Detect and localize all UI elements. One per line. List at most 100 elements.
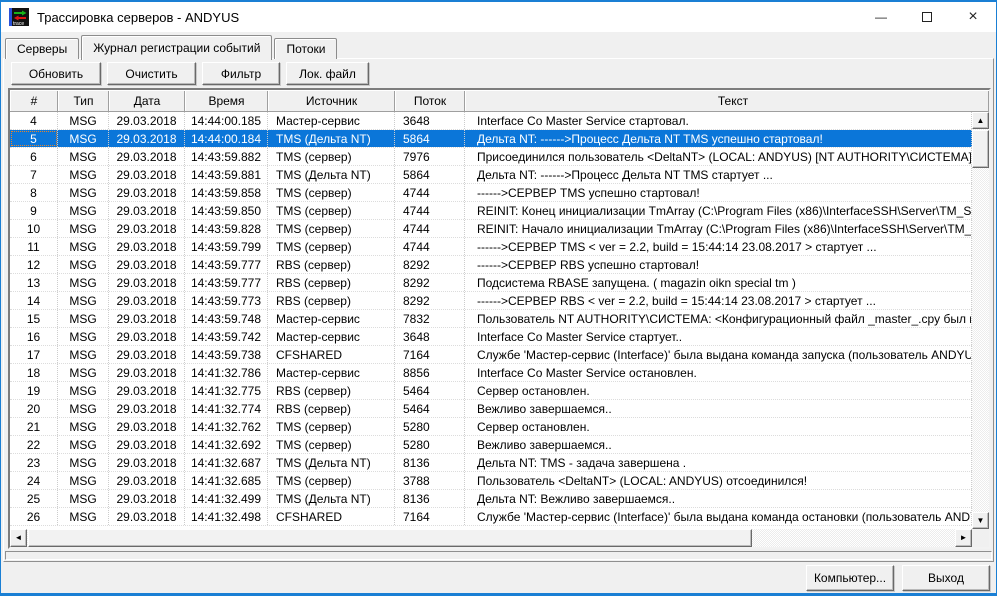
table-row[interactable]: 23MSG29.03.201814:41:32.687TMS (Дельта N… xyxy=(10,454,972,472)
scroll-right-button[interactable]: ► xyxy=(955,529,972,547)
cell-time[interactable]: 14:43:59.882 xyxy=(185,148,268,165)
cell-text[interactable]: ------>СЕРВЕР RBS < ver = 2.2, build = 1… xyxy=(465,292,972,309)
cell-number[interactable]: 16 xyxy=(10,328,58,345)
cell-date[interactable]: 29.03.2018 xyxy=(109,490,185,507)
cell-time[interactable]: 14:44:00.185 xyxy=(185,112,268,129)
cell-text[interactable]: Сервер остановлен. xyxy=(465,418,972,435)
cell-thread[interactable]: 7832 xyxy=(395,310,465,327)
cell-number[interactable]: 14 xyxy=(10,292,58,309)
cell-thread[interactable]: 5280 xyxy=(395,436,465,453)
cell-time[interactable]: 14:43:59.777 xyxy=(185,274,268,291)
vertical-scroll-track[interactable] xyxy=(972,129,989,512)
cell-type[interactable]: MSG xyxy=(58,490,109,507)
cell-text[interactable]: Дельта NT: ------>Процесс Дельта NT TMS … xyxy=(465,166,972,183)
table-row[interactable]: 14MSG29.03.201814:43:59.773RBS (сервер)8… xyxy=(10,292,972,310)
cell-date[interactable]: 29.03.2018 xyxy=(109,436,185,453)
cell-date[interactable]: 29.03.2018 xyxy=(109,166,185,183)
cell-text[interactable]: Дельта NT: TMS - задача завершена . xyxy=(465,454,972,471)
cell-time[interactable]: 14:41:32.762 xyxy=(185,418,268,435)
scroll-down-button[interactable]: ▼ xyxy=(972,512,989,529)
cell-text[interactable]: Вежливо завершаемся.. xyxy=(465,436,972,453)
minimize-button[interactable]: — xyxy=(858,2,904,32)
cell-text[interactable]: Сервер остановлен. xyxy=(465,382,972,399)
cell-thread[interactable]: 8292 xyxy=(395,274,465,291)
cell-thread[interactable]: 5464 xyxy=(395,400,465,417)
cell-text[interactable]: ------>СЕРВЕР RBS успешно стартовал! xyxy=(465,256,972,273)
cell-thread[interactable]: 5864 xyxy=(395,130,465,147)
cell-date[interactable]: 29.03.2018 xyxy=(109,220,185,237)
cell-number[interactable]: 15 xyxy=(10,310,58,327)
cell-type[interactable]: MSG xyxy=(58,166,109,183)
cell-date[interactable]: 29.03.2018 xyxy=(109,292,185,309)
cell-date[interactable]: 29.03.2018 xyxy=(109,454,185,471)
cell-time[interactable]: 14:41:32.687 xyxy=(185,454,268,471)
cell-number[interactable]: 19 xyxy=(10,382,58,399)
cell-source[interactable]: Мастер-сервис xyxy=(268,364,395,381)
cell-time[interactable]: 14:43:59.828 xyxy=(185,220,268,237)
cell-date[interactable]: 29.03.2018 xyxy=(109,202,185,219)
cell-type[interactable]: MSG xyxy=(58,112,109,129)
cell-date[interactable]: 29.03.2018 xyxy=(109,418,185,435)
cell-number[interactable]: 11 xyxy=(10,238,58,255)
table-row[interactable]: 7MSG29.03.201814:43:59.881TMS (Дельта NT… xyxy=(10,166,972,184)
column-header-2[interactable]: Дата xyxy=(109,90,185,111)
horizontal-scroll-thumb[interactable] xyxy=(28,529,752,547)
cell-number[interactable]: 8 xyxy=(10,184,58,201)
cell-type[interactable]: MSG xyxy=(58,346,109,363)
cell-text[interactable]: Вежливо завершаемся.. xyxy=(465,400,972,417)
cell-thread[interactable]: 7164 xyxy=(395,346,465,363)
cell-time[interactable]: 14:41:32.775 xyxy=(185,382,268,399)
cell-source[interactable]: TMS (Дельта NT) xyxy=(268,130,395,147)
cell-number[interactable]: 6 xyxy=(10,148,58,165)
cell-number[interactable]: 4 xyxy=(10,112,58,129)
table-row[interactable]: 17MSG29.03.201814:43:59.738CFSHARED7164С… xyxy=(10,346,972,364)
column-header-3[interactable]: Время xyxy=(185,90,268,111)
cell-type[interactable]: MSG xyxy=(58,400,109,417)
cell-number[interactable]: 23 xyxy=(10,454,58,471)
cell-source[interactable]: TMS (сервер) xyxy=(268,418,395,435)
cell-thread[interactable]: 5464 xyxy=(395,382,465,399)
cell-type[interactable]: MSG xyxy=(58,274,109,291)
cell-date[interactable]: 29.03.2018 xyxy=(109,310,185,327)
cell-source[interactable]: RBS (сервер) xyxy=(268,382,395,399)
cell-thread[interactable]: 3648 xyxy=(395,112,465,129)
cell-number[interactable]: 13 xyxy=(10,274,58,291)
cell-type[interactable]: MSG xyxy=(58,436,109,453)
cell-number[interactable]: 21 xyxy=(10,418,58,435)
cell-number[interactable]: 20 xyxy=(10,400,58,417)
tab-servers[interactable]: Серверы xyxy=(5,38,79,59)
filter-button[interactable]: Фильтр xyxy=(202,62,280,85)
column-header-5[interactable]: Поток xyxy=(395,90,465,111)
cell-source[interactable]: TMS (сервер) xyxy=(268,472,395,489)
cell-time[interactable]: 14:43:59.799 xyxy=(185,238,268,255)
table-row[interactable]: 15MSG29.03.201814:43:59.748Мастер-сервис… xyxy=(10,310,972,328)
horizontal-scroll-track[interactable] xyxy=(27,529,955,547)
cell-number[interactable]: 22 xyxy=(10,436,58,453)
cell-time[interactable]: 14:41:32.774 xyxy=(185,400,268,417)
column-header-6[interactable]: Текст xyxy=(465,90,989,111)
cell-text[interactable]: Interface Co Master Service стартует.. xyxy=(465,328,972,345)
cell-date[interactable]: 29.03.2018 xyxy=(109,400,185,417)
cell-number[interactable]: 9 xyxy=(10,202,58,219)
cell-source[interactable]: TMS (сервер) xyxy=(268,184,395,201)
cell-text[interactable]: Подсистема RBASE запущена. ( magazin oik… xyxy=(465,274,972,291)
cell-time[interactable]: 14:43:59.738 xyxy=(185,346,268,363)
cell-time[interactable]: 14:43:59.748 xyxy=(185,310,268,327)
vertical-scroll-thumb[interactable] xyxy=(972,130,989,168)
cell-number[interactable]: 5 xyxy=(10,130,58,147)
cell-type[interactable]: MSG xyxy=(58,202,109,219)
cell-thread[interactable]: 8136 xyxy=(395,490,465,507)
cell-text[interactable]: ------>СЕРВЕР TMS успешно стартовал! xyxy=(465,184,972,201)
cell-source[interactable]: Мастер-сервис xyxy=(268,328,395,345)
table-row[interactable]: 8MSG29.03.201814:43:59.858TMS (сервер)47… xyxy=(10,184,972,202)
cell-time[interactable]: 14:41:32.685 xyxy=(185,472,268,489)
cell-thread[interactable]: 8856 xyxy=(395,364,465,381)
cell-text[interactable]: Службе 'Мастер-сервис (Interface)' была … xyxy=(465,346,972,363)
cell-type[interactable]: MSG xyxy=(58,418,109,435)
cell-number[interactable]: 17 xyxy=(10,346,58,363)
cell-type[interactable]: MSG xyxy=(58,130,109,147)
cell-time[interactable]: 14:41:32.786 xyxy=(185,364,268,381)
scroll-up-button[interactable]: ▲ xyxy=(972,112,989,129)
column-header-1[interactable]: Тип xyxy=(58,90,109,111)
cell-thread[interactable]: 5864 xyxy=(395,166,465,183)
